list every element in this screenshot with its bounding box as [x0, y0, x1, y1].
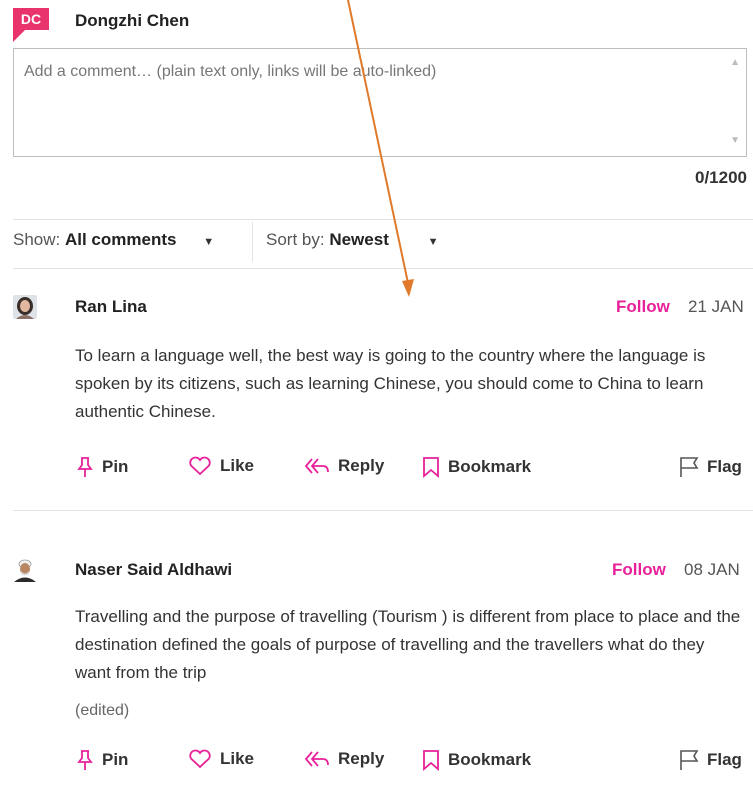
show-value: All comments	[64, 230, 177, 249]
pin-label: Pin	[102, 750, 129, 769]
flag-label: Flag	[707, 750, 742, 769]
edited-label: (edited)	[75, 702, 130, 719]
pin-icon	[77, 457, 93, 477]
like-button[interactable]: Like	[188, 456, 254, 476]
bookmark-button[interactable]: Bookmark	[422, 456, 531, 478]
pin-label: Pin	[102, 457, 129, 476]
like-button[interactable]: Like	[188, 749, 254, 769]
divider	[13, 268, 753, 269]
pin-icon	[77, 750, 93, 770]
scroll-up-arrow-icon[interactable]: ▲	[730, 57, 740, 68]
reply-label: Reply	[338, 456, 385, 475]
flag-button[interactable]: Flag	[679, 456, 742, 478]
like-label: Like	[220, 456, 255, 475]
reply-button[interactable]: Reply	[304, 456, 384, 476]
reply-icon	[304, 751, 329, 767]
chevron-down-icon: ▼	[203, 236, 215, 248]
avatar[interactable]	[13, 558, 37, 582]
flag-icon	[680, 750, 699, 770]
comment-date: 21 JAN	[688, 297, 744, 316]
badge-tail	[13, 30, 25, 42]
flag-icon	[680, 457, 699, 477]
reply-label: Reply	[338, 749, 385, 768]
follow-button[interactable]: Follow	[612, 560, 666, 580]
character-counter: 0/1200	[695, 168, 747, 187]
comment-date: 08 JAN	[684, 560, 740, 579]
reply-button[interactable]: Reply	[304, 749, 384, 769]
bookmark-label: Bookmark	[448, 750, 532, 769]
flag-button[interactable]: Flag	[679, 749, 742, 771]
show-label: Show:	[13, 230, 61, 249]
bookmark-button[interactable]: Bookmark	[422, 749, 531, 771]
heart-icon	[189, 456, 211, 476]
user-initials-badge: DC	[13, 8, 49, 30]
reply-icon	[304, 458, 329, 474]
show-filter[interactable]: Show: All comments ▼	[13, 230, 214, 250]
follow-button[interactable]: Follow	[616, 297, 670, 317]
divider	[13, 219, 753, 220]
sort-value: Newest	[329, 230, 389, 249]
bookmark-icon	[423, 750, 439, 771]
filter-separator	[252, 222, 253, 262]
comment-text: Travelling and the purpose of travelling…	[75, 607, 741, 682]
pin-button[interactable]: Pin	[76, 749, 128, 771]
like-label: Like	[220, 749, 255, 768]
comment-input[interactable]	[14, 49, 724, 156]
heart-icon	[189, 749, 211, 769]
pin-button[interactable]: Pin	[76, 456, 128, 478]
current-user-name: Dongzhi Chen	[75, 11, 190, 30]
divider	[13, 510, 753, 511]
comment-author[interactable]: Ran Lina	[75, 297, 147, 317]
flag-label: Flag	[707, 457, 742, 476]
comment-input-box: ▲ ▼	[13, 48, 747, 157]
bookmark-icon	[423, 457, 439, 478]
sort-label: Sort by:	[266, 230, 325, 249]
comment-text: To learn a language well, the best way i…	[75, 346, 706, 421]
scroll-down-arrow-icon[interactable]: ▼	[730, 135, 740, 146]
chevron-down-icon: ▼	[427, 236, 439, 248]
avatar[interactable]	[13, 295, 37, 319]
bookmark-label: Bookmark	[448, 457, 532, 476]
sort-filter[interactable]: Sort by: Newest ▼	[266, 230, 438, 250]
comment-author[interactable]: Naser Said Aldhawi	[75, 560, 232, 580]
